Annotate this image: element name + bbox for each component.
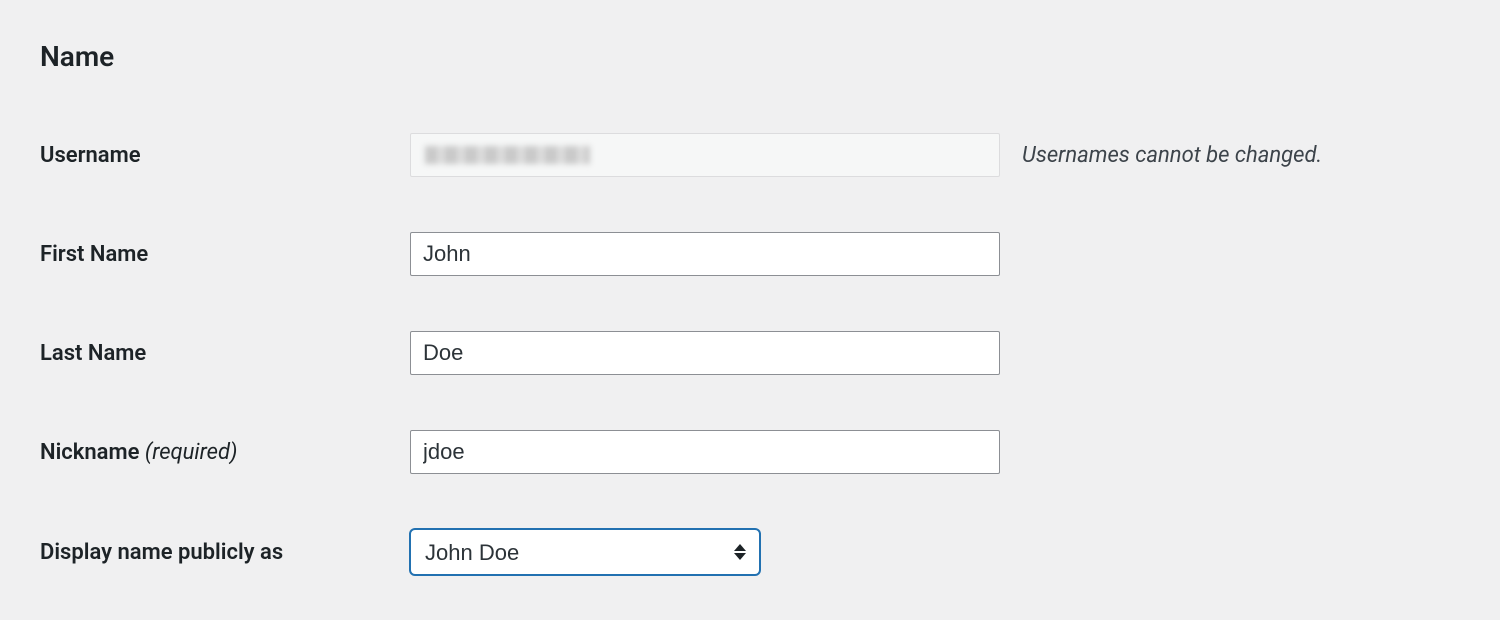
nickname-required-text: (required) [145,440,238,465]
first-name-row: First Name [40,232,1460,276]
username-hint: Usernames cannot be changed. [1000,143,1322,168]
nickname-row: Nickname (required) [40,430,1460,474]
username-field [410,133,1000,177]
nickname-field[interactable] [410,430,1000,474]
first-name-label: First Name [40,242,410,267]
first-name-field[interactable] [410,232,1000,276]
username-blurred-value [425,146,590,164]
last-name-row: Last Name [40,331,1460,375]
display-name-label: Display name publicly as [40,540,410,565]
display-name-select[interactable]: John Doe [410,529,760,575]
last-name-field[interactable] [410,331,1000,375]
username-label: Username [40,143,410,168]
display-name-row: Display name publicly as John Doe [40,529,1460,575]
last-name-label: Last Name [40,341,410,366]
nickname-label-text: Nickname [40,440,139,465]
username-row: Username Usernames cannot be changed. [40,133,1460,177]
section-heading: Name [40,40,1460,73]
nickname-label: Nickname (required) [40,440,410,465]
